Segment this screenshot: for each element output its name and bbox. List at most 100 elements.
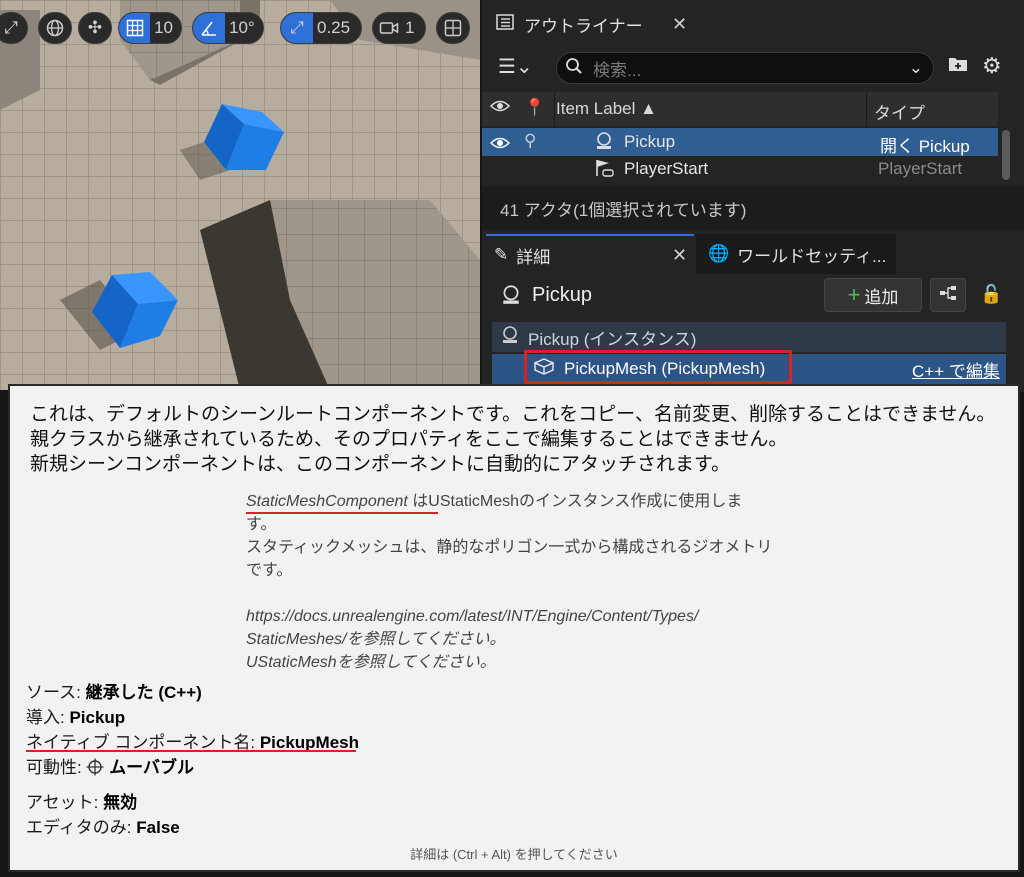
actor-icon (500, 284, 522, 311)
prop-editor-key: エディタのみ: (26, 818, 137, 837)
grid-snap-toggle[interactable]: 10 (118, 12, 182, 44)
tab-details-label: 詳細 (516, 247, 551, 267)
tab-details[interactable]: ✎ 詳細 ✕ (486, 234, 694, 274)
doc-class-link[interactable]: StaticMeshComponent (246, 493, 408, 510)
doc-line-7: UStaticMeshを参照してください。 (246, 654, 496, 671)
pin-icon[interactable]: ⚲ (524, 131, 536, 151)
prop-editor-only: エディタのみ: False (26, 813, 180, 838)
row-type-link[interactable]: 開く Pickup (880, 132, 970, 157)
actor-icon (500, 325, 520, 350)
surface-snap-button[interactable]: ✣ (78, 12, 112, 44)
actor-icon (594, 131, 614, 156)
tab-world-label: ワールドセッティ... (737, 246, 887, 266)
level-viewport[interactable]: ⤢ ✣ 10 10° ⤢ 0.25 1 (0, 0, 480, 390)
prop-mobility-value: ムーバブル (109, 758, 195, 777)
pin-column-icon[interactable]: 📍 (524, 98, 545, 118)
tab-outliner-label: アウトライナー (524, 16, 643, 36)
column-item-label[interactable]: Item Label ▲ (556, 99, 657, 119)
instance-label: Pickup (インスタンス) (528, 329, 697, 349)
hierarchy-icon (939, 285, 957, 306)
world-local-toggle[interactable] (38, 12, 72, 44)
eye-icon[interactable] (489, 135, 511, 155)
pencil-icon: ✎ (494, 245, 509, 264)
new-folder-icon[interactable] (948, 55, 968, 78)
camera-speed-button[interactable]: 1 (372, 12, 426, 44)
outliner-status: 41 アクタ(1個選択されています) (482, 186, 1024, 230)
actor-name: Pickup (532, 284, 593, 306)
outliner-search-row: ☰⌄ 検索... ⌄ ⚙ (482, 50, 1024, 88)
camera-speed-value: 1 (405, 18, 415, 37)
close-icon[interactable]: ✕ (672, 245, 687, 266)
component-tooltip: これは、デフォルトのシーンルートコンポーネントです。これをコピー、名前変更、削除… (8, 384, 1020, 872)
search-placeholder: 検索... (593, 60, 642, 80)
maximize-button[interactable]: ⤢ (0, 12, 28, 44)
prop-mobility: 可動性: ムーバブル (26, 753, 194, 778)
player-start-icon (594, 158, 616, 183)
tooltip-line-1: これは、デフォルトのシーンルートコンポーネントです。これをコピー、名前変更、削除… (30, 404, 996, 425)
globe-icon (39, 13, 71, 43)
prop-asset-key: アセット: (26, 793, 104, 812)
table-row[interactable]: PlayerStart PlayerStart (482, 155, 998, 183)
grid-icon (119, 13, 151, 43)
prop-native-name: ネイティブ コンポーネント名: PickupMesh (26, 728, 359, 753)
camera-icon (373, 13, 405, 43)
move-icon (86, 758, 109, 777)
row-label: Pickup (624, 132, 676, 151)
outliner-panel: アウトライナー ✕ ☰⌄ 検索... ⌄ ⚙ 📍 Item Label ▲ タイ… (482, 0, 1024, 232)
doc-line-2: す。 (246, 516, 277, 533)
grid-snap-value: 10 (154, 18, 173, 37)
lock-icon[interactable]: 🔓 (980, 284, 1002, 305)
outliner-icon (496, 13, 516, 36)
row-label: PlayerStart (624, 159, 709, 178)
tab-world-settings[interactable]: 🌐 ワールドセッティ... (696, 234, 896, 274)
component-row[interactable]: PickupMesh (PickupMesh) C++ で編集 (492, 350, 1006, 384)
red-underline (246, 512, 438, 514)
table-row[interactable]: ⚲ Pickup 開く Pickup (482, 128, 998, 156)
tooltip-description: これは、デフォルトのシーンルートコンポーネントです。これをコピー、名前変更、削除… (30, 402, 1020, 477)
scrollbar[interactable] (1002, 130, 1010, 180)
visibility-column-icon[interactable] (489, 98, 511, 118)
angle-icon (193, 13, 225, 43)
prop-asset-value: 無効 (103, 793, 138, 812)
prop-intro-value: Pickup (69, 708, 126, 727)
world-icon: 🌐 (708, 244, 730, 263)
doc-line-3: スタティックメッシュは、静的なポリゴン一式から構成されるジオメトリ (246, 539, 773, 556)
chevron-down-icon[interactable]: ⌄ (909, 58, 923, 78)
layout-button[interactable] (436, 12, 470, 44)
instance-row[interactable]: Pickup (インスタンス) (492, 322, 1006, 352)
outliner-column-header: 📍 Item Label ▲ タイプ (482, 92, 998, 126)
blueprint-button[interactable] (930, 278, 966, 312)
edit-in-cpp-link[interactable]: C++ で編集 (912, 357, 1000, 382)
scale-snap-toggle[interactable]: ⤢ 0.25 (280, 12, 362, 44)
gear-icon[interactable]: ⚙ (982, 53, 1002, 79)
add-component-button[interactable]: + 追加 (824, 278, 922, 312)
rotation-snap-toggle[interactable]: 10° (192, 12, 264, 44)
plus-icon: + (847, 282, 861, 307)
viewport-scene (0, 0, 480, 390)
column-type[interactable]: タイプ (874, 99, 925, 124)
row-type: PlayerStart (878, 159, 963, 178)
maximize-icon: ⤢ (4, 18, 18, 37)
tooltip-line-2: 親クラスから継承されているため、そのプロパティをここで編集することはできません。 (30, 429, 788, 450)
add-label: 追加 (864, 287, 899, 307)
snap-icon: ✣ (87, 18, 103, 37)
doc-url[interactable]: https://docs.unrealengine.com/latest/INT… (246, 605, 806, 628)
rotation-snap-value: 10° (229, 18, 255, 37)
details-panel: ✎ 詳細 ✕ 🌐 ワールドセッティ... Pickup + 追加 🔓 Picku… (482, 232, 1024, 392)
tooltip-hint: 詳細は (Ctrl + Alt) を押してください (410, 847, 618, 862)
scale-icon: ⤢ (281, 13, 313, 43)
prop-source-value: 継承した (C++) (85, 683, 202, 702)
highlight-box (524, 350, 792, 384)
red-underline (26, 750, 356, 752)
search-input[interactable]: 検索... ⌄ (556, 52, 934, 84)
prop-mobility-key: 可動性: (26, 758, 87, 777)
doc-line-4: です。 (246, 562, 293, 579)
prop-editor-value: False (136, 818, 180, 837)
tooltip-line-3: 新規シーンコンポーネントは、このコンポーネントに自動的にアタッチされます。 (30, 454, 731, 475)
filter-icon[interactable]: ☰⌄ (498, 54, 533, 79)
prop-intro: 導入: Pickup (26, 703, 125, 728)
doc-line-1: はUStaticMeshのインスタンス作成に使用しま (407, 493, 743, 510)
prop-source-key: ソース: (26, 683, 86, 702)
close-icon[interactable]: ✕ (672, 14, 687, 35)
tab-outliner[interactable]: アウトライナー ✕ (486, 4, 694, 44)
